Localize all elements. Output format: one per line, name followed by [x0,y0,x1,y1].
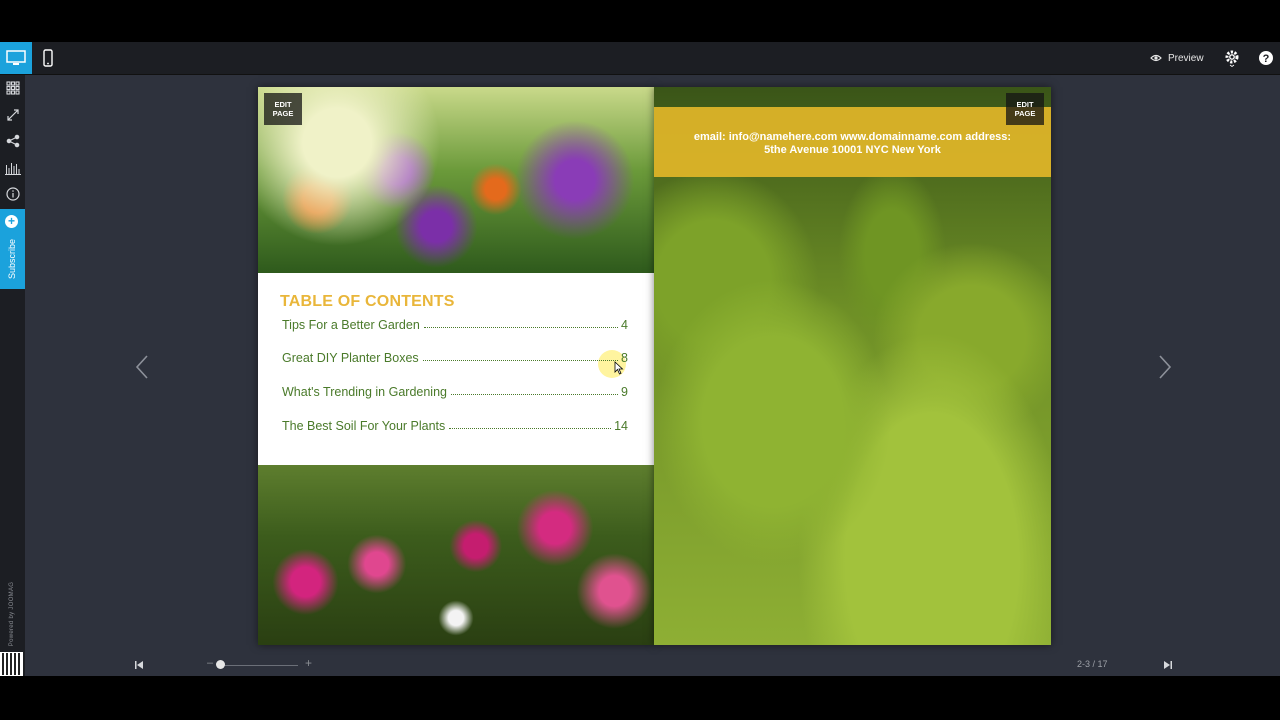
edit-label: EDIT [274,100,292,109]
toc-item-page: 14 [614,419,628,433]
zoom-out-button[interactable]: – [207,657,213,669]
contact-line-1: email: info@namehere.com www.domainname.… [693,131,1012,143]
next-page-button[interactable] [1153,355,1177,379]
help-question-icon: ? [1259,51,1273,65]
plus-icon: + [5,215,18,228]
share-icon [6,134,19,148]
info-button[interactable] [0,183,25,205]
letterbox-bottom [0,676,1280,720]
thumbnails-button[interactable] [0,77,25,99]
toc-item-page: 9 [621,385,628,399]
tulips-photo [258,465,654,645]
chevron-right-icon [1159,355,1172,379]
page-indicator: 2-3 / 17 [1077,659,1108,669]
qr-code[interactable] [0,652,23,676]
help-button[interactable]: ? [1253,42,1279,74]
toc-item-label: Great DIY Planter Boxes [282,351,419,365]
mouse-pointer-icon [614,361,624,375]
share-button[interactable] [0,130,25,152]
toc-item-label: What's Trending in Gardening [282,385,447,399]
toc-item-label: The Best Soil For Your Plants [282,419,446,433]
toc-leader-dots [423,327,619,328]
chevron-left-icon [135,355,148,379]
preview-label: Preview [1168,52,1204,64]
skip-to-end-icon [1164,661,1172,669]
last-page-button[interactable] [1160,657,1176,673]
toc-leader-dots [450,394,619,395]
page-label: PAGE [272,109,294,118]
bottom-toolbar: – + 2-3 / 17 [25,655,1280,676]
toc-item-label: Tips For a Better Garden [282,318,420,332]
left-sidebar: + Subscribe Powered by JOOMAG [0,75,25,676]
svg-text:?: ? [1263,53,1270,65]
info-icon [5,187,20,201]
table-of-contents: TABLE OF CONTENTS Tips For a Better Gard… [258,273,654,465]
toc-item-page: 4 [621,318,628,332]
powered-by-label: Powered by JOOMAG [9,581,15,647]
desktop-view-button[interactable] [0,42,32,74]
eye-icon [1150,54,1162,62]
zoom-slider-handle[interactable] [216,660,225,669]
toc-item[interactable]: Tips For a Better Garden 4 [282,314,628,332]
skip-to-start-icon [135,661,143,669]
bar-chart-icon [4,163,21,175]
right-page[interactable]: email: info@namehere.com www.domainname.… [654,87,1051,645]
edit-page-button-right[interactable]: EDIT PAGE [1006,93,1044,125]
toc-leader-dots [422,360,619,361]
zoom-slider-track[interactable] [218,665,298,666]
toc-title: TABLE OF CONTENTS [280,293,455,310]
zoom-in-button[interactable]: + [305,656,312,670]
left-page[interactable]: EDIT PAGE TABLE OF CONTENTS Tips For a B… [258,87,654,645]
first-page-button[interactable] [131,657,147,673]
contact-line-2: 5the Avenue 10001 NYC New York [764,144,941,156]
toc-item[interactable]: The Best Soil For Your Plants 14 [282,415,628,433]
grid-icon [5,81,20,95]
toc-item[interactable]: Great DIY Planter Boxes 8 [282,347,628,365]
desktop-monitor-icon [6,50,26,65]
previous-page-button[interactable] [130,355,154,379]
subscribe-tab[interactable]: + Subscribe [0,209,25,289]
top-toolbar: Preview ? [0,42,1280,75]
toc-leader-dots [449,428,612,429]
edit-page-button-left[interactable]: EDIT PAGE [264,93,302,125]
settings-button[interactable] [1219,42,1245,74]
statistics-button[interactable] [0,157,25,179]
fullscreen-button[interactable] [0,104,25,126]
page-label: PAGE [1014,109,1036,118]
contact-banner: email: info@namehere.com www.domainname.… [654,107,1051,177]
toc-item[interactable]: What's Trending in Gardening 9 [282,381,628,399]
gear-icon [1225,50,1239,67]
flowers-photo [258,87,654,273]
letterbox-top [0,0,1280,42]
expand-icon [6,109,19,121]
reader-stage: EDIT PAGE TABLE OF CONTENTS Tips For a B… [25,75,1280,655]
preview-button[interactable]: Preview [1150,42,1204,74]
subscribe-label: Subscribe [7,238,17,280]
mobile-view-button[interactable] [32,42,64,74]
edit-label: EDIT [1016,100,1034,109]
mobile-phone-icon [43,49,53,67]
